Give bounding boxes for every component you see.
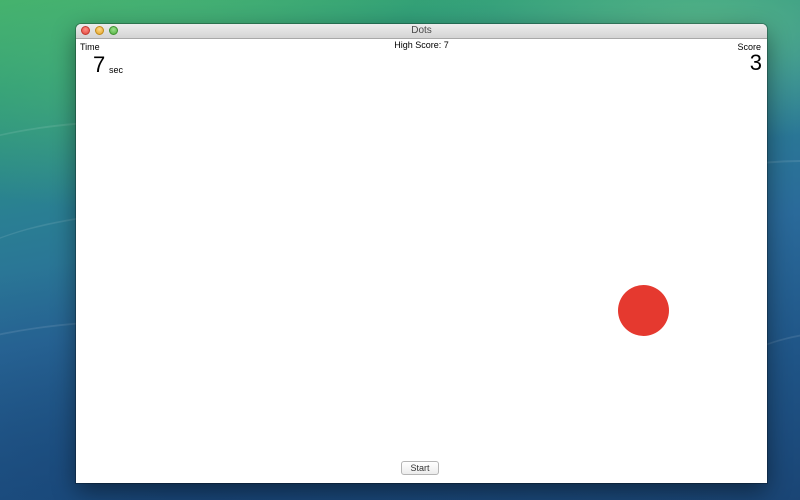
time-unit: sec <box>109 65 124 75</box>
time-value: 7 <box>93 52 106 77</box>
start-button[interactable]: Start <box>401 461 439 475</box>
target-dot[interactable] <box>618 285 669 336</box>
high-score-value: 7 <box>443 40 449 50</box>
game-area[interactable]: Time 7 sec High Score: 7 Score 3 Start <box>76 39 767 483</box>
window-title: Dots <box>411 25 432 36</box>
score-value: 3 <box>749 50 762 75</box>
title-bar[interactable]: Dots <box>76 24 767 39</box>
high-score: High Score: 7 <box>76 40 767 50</box>
app-window: Dots Time 7 sec High Score: 7 Score 3 St… <box>76 24 767 483</box>
desktop-wallpaper: Dots Time 7 sec High Score: 7 Score 3 St… <box>0 0 800 500</box>
high-score-label: High Score: <box>394 40 442 50</box>
